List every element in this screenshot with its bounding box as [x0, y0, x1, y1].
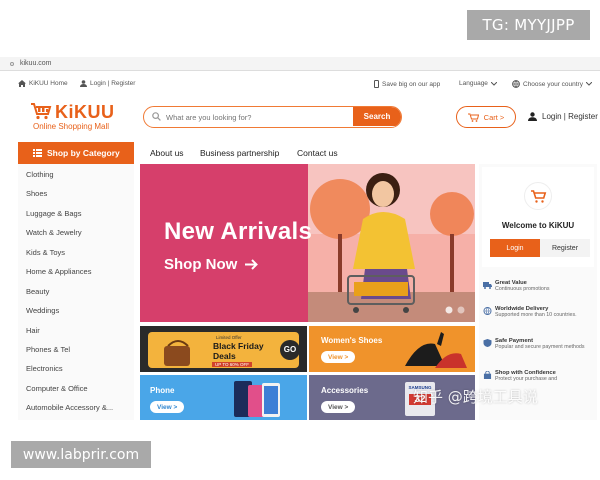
address-url: kikuu.com — [20, 60, 52, 67]
category-sidebar: Clothing Shoes Luggage & Bags Watch & Je… — [18, 164, 134, 420]
search-input[interactable] — [166, 109, 346, 125]
utility-bar: KiKUU Home Login | Register Save big on … — [0, 74, 600, 94]
arrow-right-icon — [245, 259, 259, 270]
app-link[interactable]: Save big on our app — [374, 80, 440, 88]
header-login-label: Login | Register — [542, 112, 598, 121]
banner-title: New Arrivals — [164, 218, 313, 245]
shield-icon — [483, 339, 492, 347]
black-friday-title: Black Friday — [213, 341, 264, 351]
menu-icon — [33, 149, 42, 157]
banner-cta-label: Shop Now — [164, 256, 238, 273]
category-weddings[interactable]: Weddings — [26, 306, 59, 315]
chevron-down-icon — [490, 81, 497, 86]
womens-shoes-tile[interactable]: Women's Shoes View > — [309, 326, 475, 372]
black-friday-title-2: Deals — [213, 351, 236, 361]
cart-icon — [467, 113, 479, 122]
address-bar[interactable]: kikuu.com — [0, 57, 600, 71]
nav-contact-us[interactable]: Contact us — [297, 148, 338, 158]
page-root: { "watermarks": {"tg": "TG: MYYJJPP", "s… — [0, 0, 600, 480]
search-icon — [152, 112, 161, 121]
category-automobile-accessory[interactable]: Automobile Accessory &... — [26, 403, 113, 412]
shopping-cart-icon — [524, 182, 552, 210]
nav-business-partnership[interactable]: Business partnership — [200, 148, 279, 158]
page-info-icon — [10, 61, 14, 66]
feature-desc: Popular and secure payment methods — [495, 344, 585, 350]
shop-by-category-label: Shop by Category — [47, 148, 120, 158]
category-hair[interactable]: Hair — [26, 326, 40, 335]
feature-worldwide-delivery: Worldwide Delivery Supported more than 1… — [483, 306, 591, 319]
app-link-label: Save big on our app — [382, 80, 441, 88]
accessories-title: Accessories — [321, 386, 369, 395]
accessories-view-button[interactable]: View > — [321, 401, 356, 413]
header: KiKUU Online Shopping Mall Search Cart >… — [0, 94, 600, 142]
zhihu-watermark: 知乎 @跨境工具说 — [413, 388, 538, 406]
phone-tile[interactable]: Phone View > — [140, 375, 307, 420]
home-icon — [18, 80, 26, 87]
logo-name: KiKUU — [55, 102, 115, 122]
nav-about-us[interactable]: About us — [150, 148, 184, 158]
country-dropdown[interactable]: Choose your country — [512, 80, 592, 88]
womens-shoes-title: Women's Shoes — [321, 336, 383, 345]
language-dropdown[interactable]: Language — [459, 80, 497, 87]
top-login-label: Login | Register — [90, 80, 136, 87]
header-login-link[interactable]: Login | Register — [528, 112, 598, 121]
home-link[interactable]: KiKUU Home — [18, 80, 68, 87]
womens-shoes-view-button[interactable]: View > — [321, 351, 356, 363]
phone-icon — [374, 80, 379, 88]
language-label: Language — [459, 80, 488, 87]
home-link-label: KiKUU Home — [29, 80, 68, 87]
black-friday-tag: Limited Offer — [216, 335, 242, 340]
feature-great-value: Great Value Continuous promotions — [483, 280, 591, 293]
globe-icon — [483, 307, 492, 315]
logo-subtitle: Online Shopping Mall — [33, 122, 110, 131]
tg-watermark: TG: MYYJJPP — [467, 10, 590, 40]
search-button[interactable]: Search — [353, 107, 401, 126]
feature-safe-payment: Safe Payment Popular and secure payment … — [483, 338, 591, 351]
user-icon — [528, 112, 537, 121]
banner-cta[interactable]: Shop Now — [164, 256, 259, 273]
site-watermark: www.labprir.com — [11, 441, 151, 468]
welcome-card: Welcome to KiKUU Login Register — [482, 167, 594, 267]
feature-shop-with-confidence: Shop with Confidence Protect your purcha… — [483, 370, 591, 383]
shopping-cart-logo-icon — [31, 103, 52, 120]
black-friday-go-button[interactable]: GO — [281, 345, 299, 354]
feature-desc: Continuous promotions — [495, 286, 550, 292]
hero-banner[interactable]: New Arrivals Shop Now — [140, 164, 475, 322]
feature-desc: Supported more than 10 countries. — [495, 312, 577, 318]
phone-title: Phone — [150, 386, 175, 395]
search-bar: Search — [143, 106, 402, 128]
category-kids-toys[interactable]: Kids & Toys — [26, 248, 65, 257]
phones-artwork — [234, 381, 280, 417]
black-friday-discount: UP TO 60% OFF — [212, 362, 253, 367]
welcome-title: Welcome to KiKUU — [501, 221, 575, 230]
cart-button[interactable]: Cart > — [456, 106, 516, 128]
cart-label: Cart > — [483, 112, 505, 122]
welcome-register-button[interactable]: Register — [540, 239, 590, 257]
globe-icon — [512, 80, 520, 88]
category-watch-jewelry[interactable]: Watch & Jewelry — [26, 228, 82, 237]
shopping-bag-icon — [483, 371, 492, 379]
category-computer-office[interactable]: Computer & Office — [26, 384, 88, 393]
category-shoes[interactable]: Shoes — [26, 189, 47, 198]
shoes-artwork — [405, 332, 467, 368]
phone-view-button[interactable]: View > — [150, 401, 185, 413]
feature-desc: Protect your purchase and — [495, 376, 558, 382]
user-icon — [80, 80, 87, 87]
category-phones-tel[interactable]: Phones & Tel — [26, 345, 70, 354]
shop-by-category-button[interactable]: Shop by Category — [18, 142, 134, 164]
country-label: Choose your country — [523, 80, 583, 88]
welcome-panel: Welcome to KiKUU Login Register Great Va… — [479, 164, 597, 420]
category-luggage-bags[interactable]: Luggage & Bags — [26, 209, 81, 218]
category-home-appliances[interactable]: Home & Appliances — [26, 267, 91, 276]
category-clothing[interactable]: Clothing — [26, 170, 54, 179]
category-electronics[interactable]: Electronics — [26, 364, 63, 373]
welcome-login-button[interactable]: Login — [490, 239, 540, 257]
truck-icon — [483, 282, 492, 289]
top-login-link[interactable]: Login | Register — [80, 80, 135, 87]
chevron-down-icon — [585, 82, 592, 86]
main-nav: Shop by Category About us Business partn… — [0, 142, 600, 164]
category-beauty[interactable]: Beauty — [26, 287, 49, 296]
black-friday-tile[interactable]: Limited Offer Black Friday Deals UP TO 6… — [140, 326, 307, 372]
